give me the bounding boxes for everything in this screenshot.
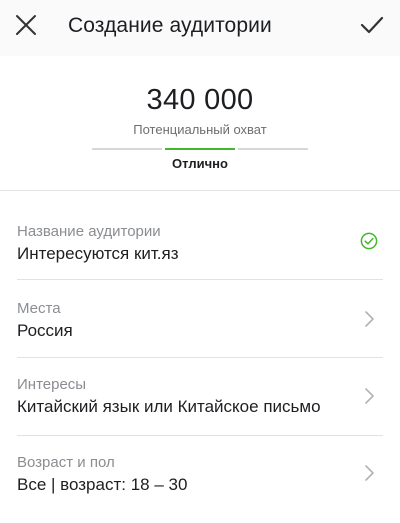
close-icon — [15, 14, 37, 41]
chevron-right-icon — [360, 387, 378, 405]
locations-row[interactable]: Места Россия — [0, 280, 400, 358]
checkmark-icon — [360, 15, 384, 40]
audience-name-label: Название аудитории — [17, 223, 161, 240]
chevron-right-icon — [360, 464, 378, 482]
interests-row[interactable]: Интересы Китайский язык или Китайское пи… — [0, 358, 400, 436]
reach-number: 340 000 — [146, 84, 254, 116]
reach-meter — [92, 148, 308, 150]
close-button[interactable] — [8, 8, 44, 46]
done-button[interactable] — [352, 8, 392, 46]
locations-label: Места — [17, 300, 61, 317]
age-gender-value: Все | возраст: 18 – 30 — [17, 475, 188, 494]
reach-caption: Потенциальный охват — [133, 122, 267, 137]
create-audience-screen: Создание аудитории 340 000 Потенциальный… — [0, 0, 400, 523]
locations-value: Россия — [17, 321, 73, 340]
potential-reach-panel: 340 000 Потенциальный охват Отлично — [0, 56, 400, 190]
check-circle-icon — [360, 232, 378, 250]
section-divider — [0, 190, 400, 191]
reach-meter-segment-low — [92, 148, 162, 150]
audience-name-row[interactable]: Название аудитории Интересуются кит.яз — [0, 202, 400, 280]
interests-value: Китайский язык или Китайское письмо — [17, 397, 321, 416]
audience-name-value: Интересуются кит.яз — [17, 244, 179, 263]
age-gender-label: Возраст и пол — [17, 454, 115, 471]
reach-meter-segment-high — [238, 148, 308, 150]
chevron-right-icon — [360, 310, 378, 328]
interests-label: Интересы — [17, 376, 87, 393]
age-gender-row[interactable]: Возраст и пол Все | возраст: 18 – 30 — [0, 436, 400, 514]
reach-meter-segment-good — [165, 148, 235, 150]
page-title: Создание аудитории — [68, 14, 272, 37]
top-bar: Создание аудитории — [0, 0, 400, 56]
reach-rating: Отлично — [172, 156, 228, 171]
